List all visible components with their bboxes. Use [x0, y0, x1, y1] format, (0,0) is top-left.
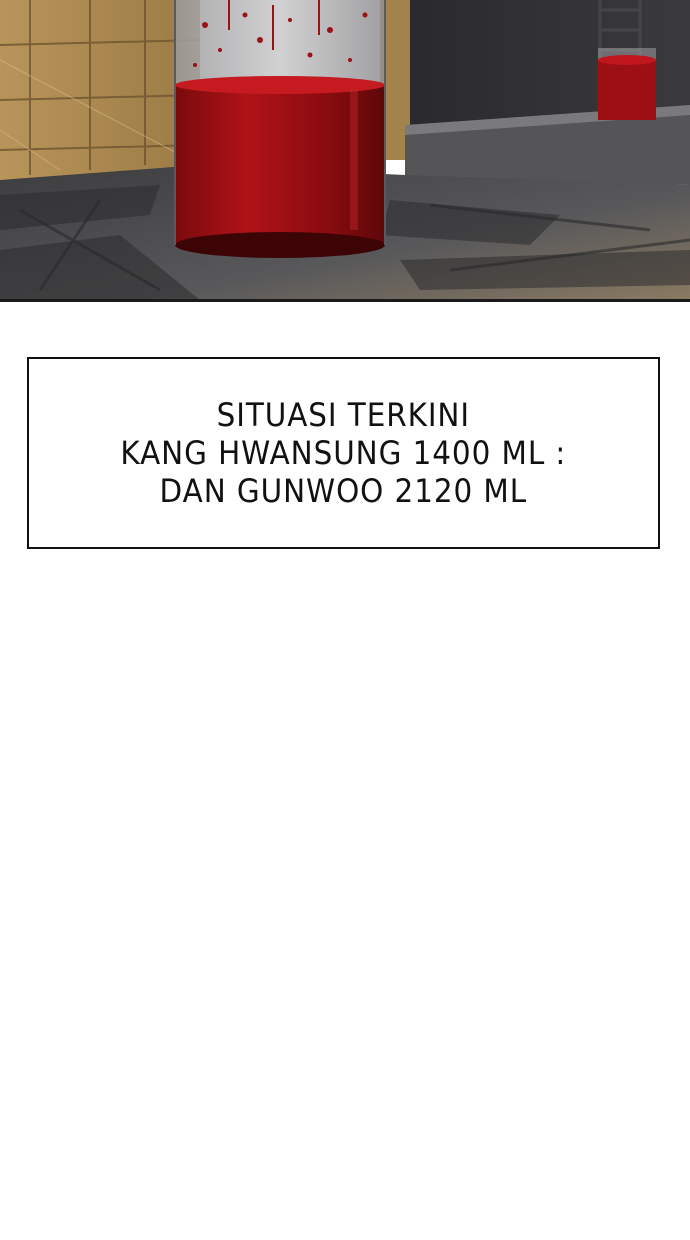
caption-text: SITUASI TERKINI KANG HWANSUNG 1400 ML : …: [121, 396, 567, 510]
caption-line: KANG HWANSUNG 1400 ML :: [120, 434, 567, 472]
caption-line: DAN GUNWOO 2120 ML: [159, 472, 528, 510]
caption-line: SITUASI TERKINI: [216, 396, 471, 434]
scene-illustration: [0, 0, 690, 299]
caption-box: SITUASI TERKINI KANG HWANSUNG 1400 ML : …: [27, 357, 660, 549]
comic-panel-scene: [0, 0, 690, 302]
